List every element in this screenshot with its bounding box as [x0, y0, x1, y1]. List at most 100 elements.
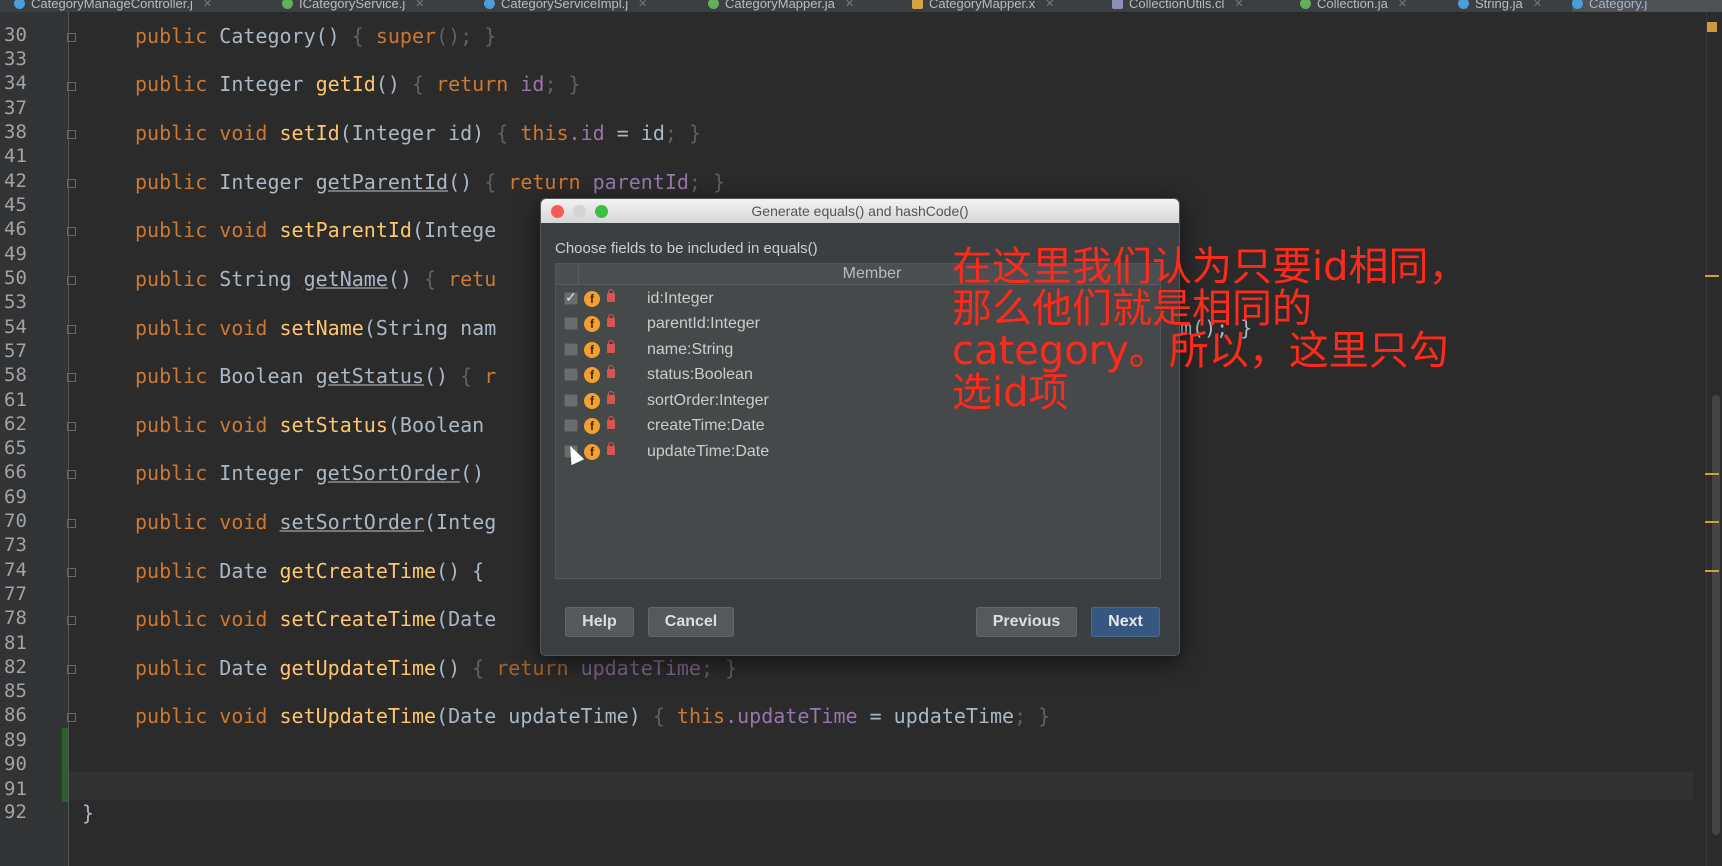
editor-tab[interactable]: CategoryMapper.x ✕: [912, 0, 1054, 12]
fold-icon[interactable]: [67, 568, 76, 577]
editor-tab-active[interactable]: Category.j: [1572, 0, 1722, 12]
previous-button[interactable]: Previous: [976, 607, 1077, 637]
code-line[interactable]: public void setId(Integer id) { this.id …: [135, 121, 701, 145]
private-lock-icon: [607, 340, 615, 353]
fold-icon[interactable]: [67, 519, 76, 528]
field-checkbox[interactable]: [564, 394, 578, 407]
close-icon[interactable]: ✕: [638, 0, 647, 10]
field-icon: f: [584, 291, 600, 307]
line-number: 86: [4, 704, 27, 726]
field-icon: f: [584, 316, 600, 332]
field-icon: f: [584, 342, 600, 358]
error-stripe-mark[interactable]: [1705, 570, 1719, 572]
error-stripe-mark[interactable]: [1705, 275, 1719, 277]
help-button[interactable]: Help: [565, 607, 634, 637]
line-number: 89: [4, 729, 27, 751]
field-checkbox[interactable]: [564, 419, 578, 432]
fold-icon[interactable]: [67, 33, 76, 42]
private-lock-icon: [607, 442, 615, 455]
fold-icon[interactable]: [67, 276, 76, 285]
code-line[interactable]: public void setSortOrder(Integ: [135, 510, 496, 534]
field-checkbox[interactable]: [564, 343, 578, 356]
editor-tab[interactable]: Collection.ja ✕: [1300, 0, 1407, 12]
next-button[interactable]: Next: [1091, 607, 1160, 637]
line-number: 81: [4, 632, 27, 654]
code-line[interactable]: public void setParentId(Intege: [135, 218, 496, 242]
line-number: 66: [4, 461, 27, 483]
private-lock-icon: [607, 391, 615, 404]
line-number: 38: [4, 121, 27, 143]
interface-icon: [708, 0, 719, 9]
private-lock-icon: [607, 365, 615, 378]
close-icon[interactable]: ✕: [1533, 0, 1542, 10]
fold-icon[interactable]: [67, 82, 76, 91]
line-number: 33: [4, 48, 27, 70]
line-number: 42: [4, 170, 27, 192]
line-number: 78: [4, 607, 27, 629]
code-line[interactable]: public Category() { super(); }: [135, 24, 496, 48]
fold-icon[interactable]: [67, 227, 76, 236]
fold-icon[interactable]: [67, 713, 76, 722]
line-number: 53: [4, 291, 27, 313]
editor-tab[interactable]: CategoryServiceImpl.j ✕: [484, 0, 647, 12]
code-line[interactable]: public String getName() { retu: [135, 267, 496, 291]
code-line[interactable]: public void setName(String nam: [135, 316, 496, 340]
decompiled-class-icon: [1112, 0, 1123, 9]
private-lock-icon: [607, 416, 615, 429]
fold-icon[interactable]: [67, 470, 76, 479]
code-line[interactable]: }: [82, 801, 94, 825]
dialog-titlebar[interactable]: Generate equals() and hashCode(): [541, 199, 1179, 223]
editor-tab[interactable]: CategoryManageController.j ✕: [14, 0, 212, 12]
field-icon: f: [584, 367, 600, 383]
close-icon[interactable]: ✕: [1045, 0, 1054, 10]
field-checkbox[interactable]: [564, 289, 578, 306]
fold-icon[interactable]: [67, 325, 76, 334]
code-line[interactable]: public Integer getId() { return id; }: [135, 72, 581, 96]
fold-icon[interactable]: [67, 665, 76, 674]
code-line[interactable]: public void setCreateTime(Date: [135, 607, 496, 631]
member-row[interactable]: f updateTime:Date: [556, 440, 1160, 465]
warning-status-icon[interactable]: [1707, 22, 1717, 32]
editor-tab[interactable]: CategoryMapper.ja ✕: [708, 0, 854, 12]
line-number: 58: [4, 364, 27, 386]
editor-tab[interactable]: String.ja ✕: [1458, 0, 1542, 12]
line-number: 69: [4, 486, 27, 508]
fold-icon[interactable]: [67, 616, 76, 625]
line-number: 45: [4, 194, 27, 216]
line-number: 54: [4, 316, 27, 338]
class-icon: [1572, 0, 1583, 9]
dialog-instruction: Choose fields to be included in equals(): [555, 240, 818, 257]
error-stripe-mark[interactable]: [1705, 521, 1719, 523]
private-lock-icon: [607, 289, 615, 302]
fold-icon[interactable]: [67, 179, 76, 188]
code-line[interactable]: public void setUpdateTime(Date updateTim…: [135, 704, 1050, 728]
dialog-title: Generate equals() and hashCode(): [751, 203, 969, 219]
code-line[interactable]: public Date getUpdateTime() { return upd…: [135, 656, 737, 680]
close-icon[interactable]: ✕: [203, 0, 212, 10]
code-line[interactable]: public Integer getParentId() { return pa…: [135, 170, 725, 194]
field-checkbox[interactable]: [564, 317, 578, 330]
cancel-button[interactable]: Cancel: [648, 607, 734, 637]
code-line[interactable]: public Boolean getStatus() { r: [135, 364, 496, 388]
scrollbar-thumb[interactable]: [1712, 395, 1720, 835]
member-row[interactable]: f createTime:Date: [556, 414, 1160, 439]
code-line[interactable]: public Date getCreateTime() {: [135, 559, 484, 583]
close-icon[interactable]: ✕: [1234, 0, 1243, 10]
line-number: 57: [4, 340, 27, 362]
close-icon[interactable]: ✕: [415, 0, 424, 10]
close-icon[interactable]: ✕: [1398, 0, 1407, 10]
code-line[interactable]: public void setStatus(Boolean: [135, 413, 496, 437]
code-line[interactable]: public Integer getSortOrder(): [135, 461, 484, 485]
fold-icon[interactable]: [67, 130, 76, 139]
fold-icon[interactable]: [67, 422, 76, 431]
error-stripe-mark[interactable]: [1705, 473, 1719, 475]
line-number: 77: [4, 583, 27, 605]
close-icon[interactable]: ✕: [845, 0, 854, 10]
line-number: 49: [4, 243, 27, 265]
fold-icon[interactable]: [67, 373, 76, 382]
class-icon: [14, 0, 25, 9]
editor-tab[interactable]: ICategoryService.j ✕: [282, 0, 424, 12]
interface-icon: [1300, 0, 1311, 9]
field-checkbox[interactable]: [564, 368, 578, 381]
editor-tab[interactable]: CollectionUtils.cl ✕: [1112, 0, 1244, 12]
